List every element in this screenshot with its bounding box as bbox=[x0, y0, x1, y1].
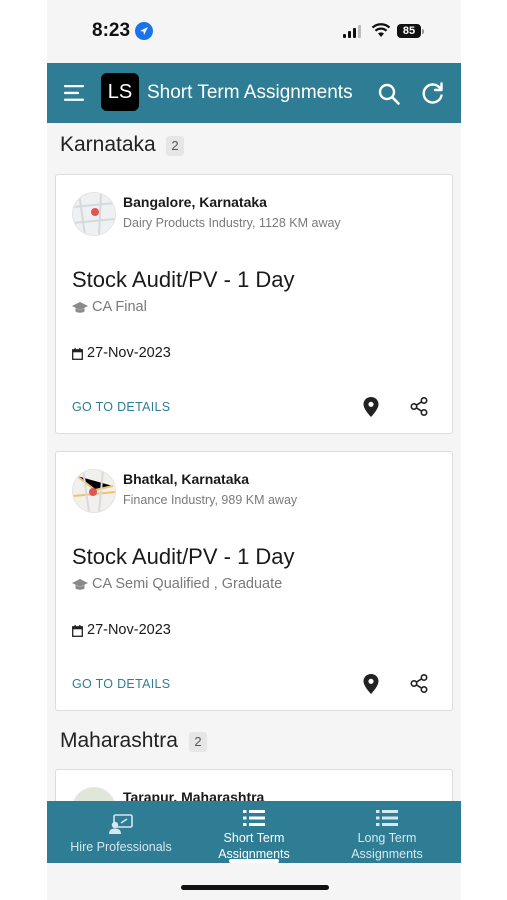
card-location: Bangalore, Karnataka bbox=[123, 194, 267, 210]
calendar-icon bbox=[72, 625, 83, 637]
group-count-badge: 2 bbox=[189, 732, 207, 752]
status-time: 8:23 bbox=[92, 20, 131, 41]
app-logo: LS bbox=[101, 73, 139, 111]
cellular-signal-icon bbox=[343, 25, 361, 38]
job-title: Stock Audit/PV - 1 Day bbox=[72, 267, 295, 292]
nav-hire-professionals[interactable]: Hire Professionals bbox=[47, 801, 195, 863]
map-pin-icon[interactable] bbox=[363, 397, 379, 417]
phone-screen: 8:23 85 LS Short Term Assignments Karnat… bbox=[47, 0, 461, 900]
map-pin-icon[interactable] bbox=[363, 674, 379, 694]
card-subtitle: Dairy Products Industry, 1128 KM away bbox=[123, 216, 341, 230]
go-to-details-button[interactable]: GO TO DETAILS bbox=[72, 677, 170, 691]
home-indicator-area bbox=[47, 863, 461, 900]
refresh-icon[interactable] bbox=[420, 81, 445, 106]
nav-label-line1: Long Term bbox=[357, 831, 417, 845]
hire-professionals-icon bbox=[109, 814, 133, 834]
nav-label: Hire Professionals bbox=[70, 840, 172, 854]
assignment-card[interactable]: Bangalore, Karnataka Dairy Products Indu… bbox=[55, 174, 453, 434]
card-location: Bhatkal, Karnataka bbox=[123, 471, 250, 487]
location-arrow-icon bbox=[135, 22, 153, 40]
share-icon[interactable] bbox=[410, 397, 428, 416]
nav-short-term-assignments[interactable]: Short Term Assignments bbox=[180, 801, 328, 863]
home-indicator[interactable] bbox=[181, 885, 329, 890]
assignment-date: 27-Nov-2023 bbox=[87, 345, 171, 361]
go-to-details-button[interactable]: GO TO DETAILS bbox=[72, 400, 170, 414]
card-subtitle: Finance Industry, 989 KM away bbox=[123, 493, 298, 507]
map-thumbnail bbox=[72, 469, 116, 513]
qualification-text: CA Final bbox=[92, 299, 147, 315]
assignment-card[interactable]: Bhatkal, Karnataka Finance Industry, 989… bbox=[55, 451, 453, 711]
battery-icon: 85 bbox=[397, 24, 421, 38]
battery-tip bbox=[422, 29, 424, 34]
share-icon[interactable] bbox=[410, 674, 428, 693]
nav-label-line2: Assignments bbox=[351, 847, 423, 861]
nav-label-line1: Short Term bbox=[223, 831, 285, 845]
group-title-maharashtra: Maharashtra bbox=[60, 729, 178, 752]
assignment-date: 27-Nov-2023 bbox=[87, 622, 171, 638]
group-count-badge: 2 bbox=[166, 136, 184, 156]
list-icon bbox=[376, 810, 398, 826]
map-thumbnail bbox=[72, 192, 116, 236]
wifi-icon bbox=[371, 23, 391, 37]
graduation-cap-icon bbox=[72, 302, 88, 313]
group-title-karnataka: Karnataka bbox=[60, 133, 156, 156]
list-icon bbox=[243, 810, 265, 826]
calendar-icon bbox=[72, 348, 83, 360]
app-header: LS Short Term Assignments bbox=[47, 63, 461, 123]
nav-long-term-assignments[interactable]: Long Term Assignments bbox=[313, 801, 461, 863]
graduation-cap-icon bbox=[72, 579, 88, 590]
page-title: Short Term Assignments bbox=[147, 82, 353, 103]
status-bar: 8:23 85 bbox=[47, 0, 461, 63]
hamburger-menu-icon[interactable] bbox=[64, 83, 86, 103]
bottom-navigation: Hire Professionals Short Term Assignment… bbox=[47, 801, 461, 863]
search-icon[interactable] bbox=[377, 82, 401, 106]
qualification-text: CA Semi Qualified , Graduate bbox=[92, 576, 283, 592]
job-title: Stock Audit/PV - 1 Day bbox=[72, 544, 295, 569]
